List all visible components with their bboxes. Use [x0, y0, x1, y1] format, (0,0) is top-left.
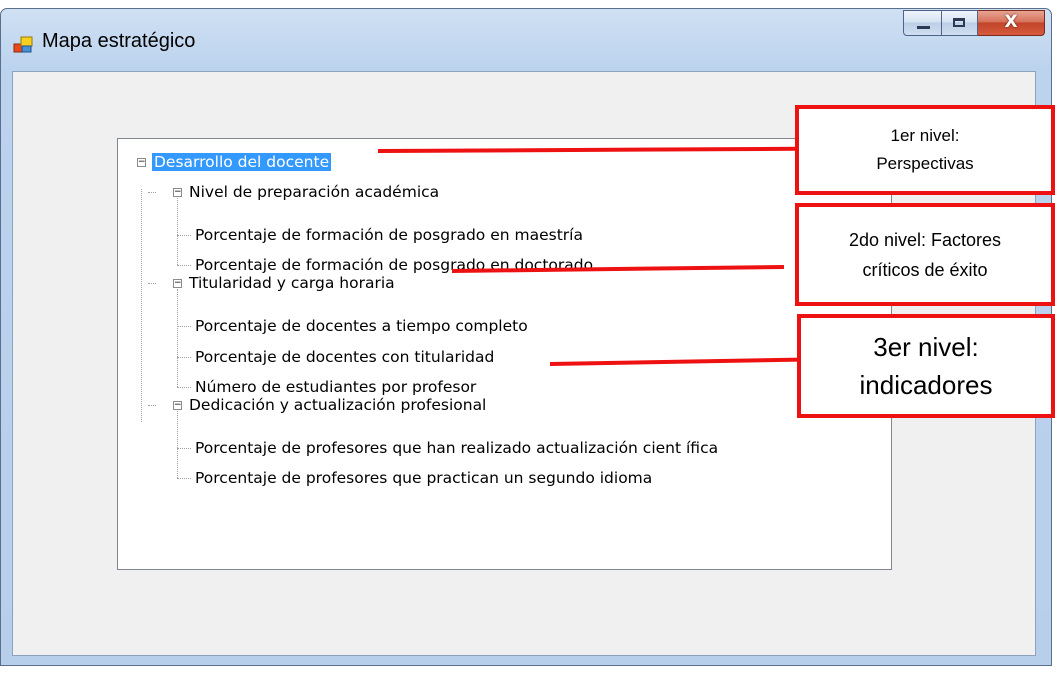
tree-connector — [177, 265, 191, 266]
tree-connector — [177, 357, 191, 358]
tree-node-item[interactable]: Número de estudiantes por profesor — [195, 377, 476, 397]
annotation-level-3: 3er nivel: indicadores — [797, 314, 1055, 418]
tree-node-item[interactable]: Porcentaje de docentes a tiempo completo — [195, 316, 528, 336]
tree-node-group[interactable]: Nivel de preparación académica — [189, 182, 439, 202]
tree-node-group[interactable]: Dedicación y actualización profesional — [189, 395, 486, 415]
app-icon[interactable] — [13, 36, 33, 54]
tree-node-group[interactable]: Titularidad y carga horaria — [189, 273, 395, 293]
annotation-level-2-line2: críticos de éxito — [862, 259, 988, 280]
tree-connector — [177, 326, 191, 327]
tree-node-root[interactable]: Desarrollo del docente — [150, 152, 333, 172]
tree-connector — [177, 289, 178, 387]
collapse-group-icon[interactable]: − — [173, 279, 182, 288]
tree-node-item[interactable]: Porcentaje de docentes con titularidad — [195, 347, 494, 367]
annotation-level-1: 1er nivel: Perspectivas — [795, 105, 1055, 195]
tree-connector — [148, 405, 156, 406]
collapse-group-icon[interactable]: − — [173, 401, 182, 410]
tree-connector — [177, 387, 191, 388]
annotation-level-2: 2do nivel: Factores críticos de éxito — [795, 203, 1055, 306]
collapse-root-icon[interactable]: − — [137, 158, 146, 167]
caption-buttons: X — [903, 10, 1045, 38]
tree-node-label: Desarrollo del docente — [150, 152, 333, 172]
tree-node-item[interactable]: Porcentaje de profesores que han realiza… — [195, 438, 718, 458]
tree-connector — [177, 235, 191, 236]
tree-connector — [177, 448, 191, 449]
title-bar[interactable]: Mapa estratégico X — [1, 9, 1051, 71]
annotation-level-2-line1: 2do nivel: Factores — [848, 229, 1002, 250]
maximize-button[interactable] — [942, 10, 978, 36]
annotation-level-1-line1: 1er nivel: — [890, 126, 960, 145]
maximize-icon — [953, 18, 965, 27]
tree-connector — [177, 411, 178, 478]
strategic-map-treeview[interactable]: − Desarrollo del docente − Nivel de prep… — [117, 138, 892, 570]
minimize-button[interactable] — [903, 10, 942, 36]
tree-connector — [177, 198, 178, 265]
annotation-level-1-line2: Perspectivas — [876, 154, 974, 173]
close-button[interactable]: X — [978, 10, 1045, 36]
tree-connector — [148, 283, 156, 284]
tree-connector — [141, 189, 142, 422]
annotation-level-3-line1: 3er nivel: — [873, 332, 979, 362]
tree-connector — [177, 478, 191, 479]
minimize-icon — [917, 26, 930, 29]
tree-node-item[interactable]: Porcentaje de formación de posgrado en m… — [195, 225, 583, 245]
collapse-group-icon[interactable]: − — [173, 188, 182, 197]
window-title: Mapa estratégico — [42, 30, 196, 52]
close-icon: X — [1004, 12, 1018, 32]
annotation-level-3-line2: indicadores — [859, 370, 993, 400]
tree-node-item[interactable]: Porcentaje de profesores que practican u… — [195, 468, 652, 488]
tree-connector — [148, 192, 156, 193]
